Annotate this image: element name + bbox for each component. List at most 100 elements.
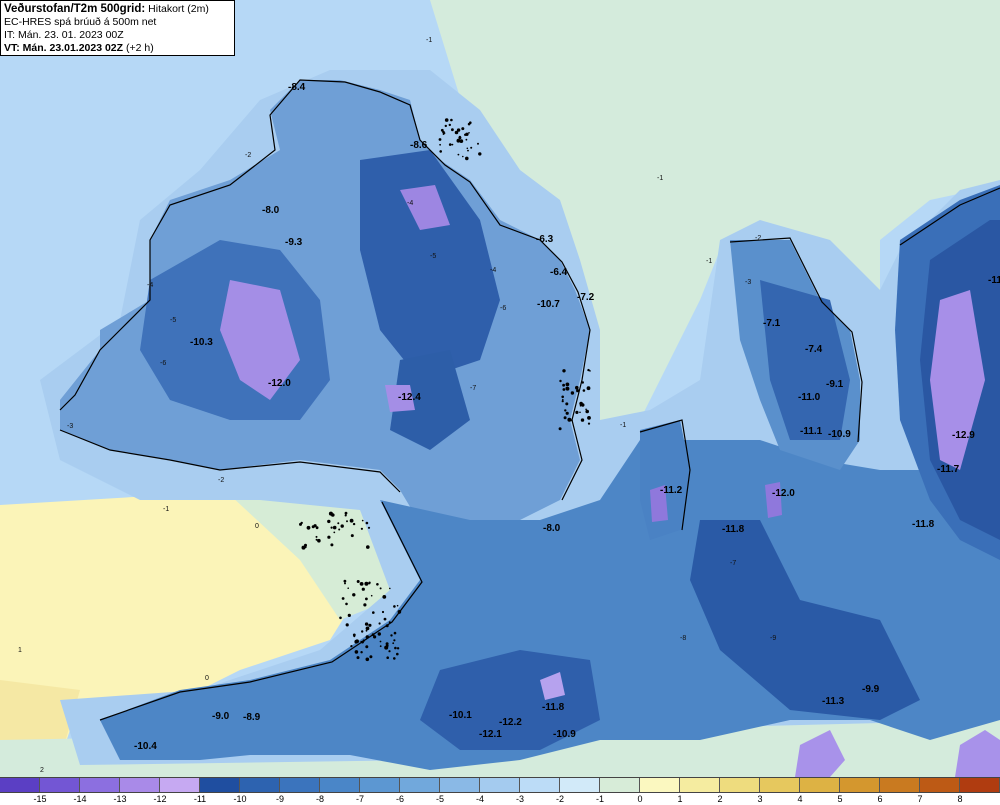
islet xyxy=(381,610,385,614)
islet xyxy=(368,582,371,585)
islet xyxy=(379,645,382,648)
legend-swatch xyxy=(160,778,200,792)
temperature-value-label: -11.7 xyxy=(937,464,960,475)
islet xyxy=(478,152,482,156)
islet xyxy=(565,402,569,406)
islet xyxy=(378,622,381,625)
contour-value-label: -4 xyxy=(407,200,413,207)
valid-time: VT: Mán. 23.01.2023 02Z xyxy=(4,42,124,54)
islet xyxy=(393,639,396,642)
contour-value-label: -7 xyxy=(470,385,476,392)
legend-tick-label: -5 xyxy=(435,794,445,804)
islet xyxy=(558,427,562,431)
temperature-value-label: -11.8 xyxy=(912,519,935,530)
temperature-value-label: -7.4 xyxy=(805,344,823,355)
islet xyxy=(562,398,564,401)
islet xyxy=(379,640,382,643)
legend-tick-label: -10 xyxy=(233,794,247,804)
temperature-value-label: -6.4 xyxy=(550,267,568,278)
islet xyxy=(563,416,567,420)
islet xyxy=(458,136,462,140)
legend-swatch xyxy=(800,778,840,792)
islet xyxy=(470,146,473,149)
islet xyxy=(385,644,389,648)
islet xyxy=(340,524,344,528)
islet xyxy=(465,138,468,141)
contour-value-label: -4 xyxy=(490,267,496,274)
islet xyxy=(462,155,464,158)
islet xyxy=(345,602,348,606)
init-time: IT: Mán. 23. 01. 2023 00Z xyxy=(4,29,124,41)
legend-tick-label: 0 xyxy=(637,794,643,804)
islet xyxy=(457,153,460,156)
islet xyxy=(363,603,367,607)
contour-value-label: -4 xyxy=(147,282,153,289)
temperature-value-label: -9.3 xyxy=(285,237,303,248)
islet xyxy=(386,656,390,659)
temperature-value-label: -12.0 xyxy=(772,488,795,499)
islet xyxy=(361,519,364,522)
islet xyxy=(356,656,360,660)
islet xyxy=(350,645,353,648)
legend-tick-label: -4 xyxy=(475,794,485,804)
map-title: Veðurstofan/T2m 500grid: xyxy=(4,3,146,15)
legend-tick-label: -3 xyxy=(515,794,525,804)
temperature-value-label: -9.9 xyxy=(862,684,880,695)
legend-swatch xyxy=(480,778,520,792)
contour-value-label: -1 xyxy=(163,506,169,513)
color-legend: -15 -14 -13 -12 -11 -10 -9 -8 -7 -6 -5 -4 -3 -2 -1 0 1 2 3… xyxy=(0,777,1000,805)
contour-value-label: -1 xyxy=(657,175,663,182)
legend-swatch xyxy=(440,778,480,792)
islet xyxy=(575,410,579,414)
islet xyxy=(364,581,369,586)
temperature-value-label: -12.1 xyxy=(479,729,502,740)
contour-value-label: -3 xyxy=(745,279,751,286)
islet xyxy=(360,651,363,654)
legend-tick-label: -7 xyxy=(355,794,365,804)
temperature-value-label: -8.0 xyxy=(543,523,561,534)
legend-swatch xyxy=(720,778,760,792)
islet xyxy=(376,583,379,586)
islet xyxy=(396,652,399,656)
islet xyxy=(365,645,369,649)
legend-swatch xyxy=(280,778,320,792)
contour-value-label: -5 xyxy=(170,317,176,324)
islet xyxy=(389,587,391,590)
islet xyxy=(370,594,373,597)
temperature-value-label: -8.4 xyxy=(288,82,306,93)
legend-color-bar xyxy=(0,777,1000,793)
islet xyxy=(338,528,341,531)
islet xyxy=(364,622,369,626)
islet xyxy=(362,639,365,642)
temperature-value-label: -12.9 xyxy=(952,430,975,441)
temperature-value-label: -10.4 xyxy=(134,741,157,752)
islet xyxy=(388,621,391,624)
legend-swatch xyxy=(560,778,600,792)
islet xyxy=(368,623,372,627)
islet xyxy=(355,639,359,644)
legend-swatch xyxy=(0,778,40,792)
islet xyxy=(344,514,347,517)
contour-value-label: -7 xyxy=(730,560,736,567)
islet xyxy=(581,381,584,384)
legend-tick-label: 2 xyxy=(717,794,723,804)
contour-value-label: -6 xyxy=(160,360,166,367)
islet xyxy=(337,522,340,525)
islet xyxy=(439,150,443,153)
islet xyxy=(361,630,364,633)
legend-swatch xyxy=(120,778,160,792)
islet xyxy=(393,657,396,660)
islet xyxy=(396,647,400,650)
legend-tick-label: -8 xyxy=(315,794,325,804)
islet xyxy=(585,409,589,414)
legend-swatch xyxy=(520,778,560,792)
islet xyxy=(347,613,351,618)
islet xyxy=(343,579,347,583)
islet xyxy=(377,632,381,636)
model-description: EC-HRES spá brúuð á 500m net xyxy=(4,16,157,28)
islet xyxy=(359,582,364,586)
contour-value-label: -1 xyxy=(706,258,712,265)
islet xyxy=(586,386,591,391)
islet xyxy=(582,389,586,392)
legend-tick-label: -2 xyxy=(555,794,565,804)
